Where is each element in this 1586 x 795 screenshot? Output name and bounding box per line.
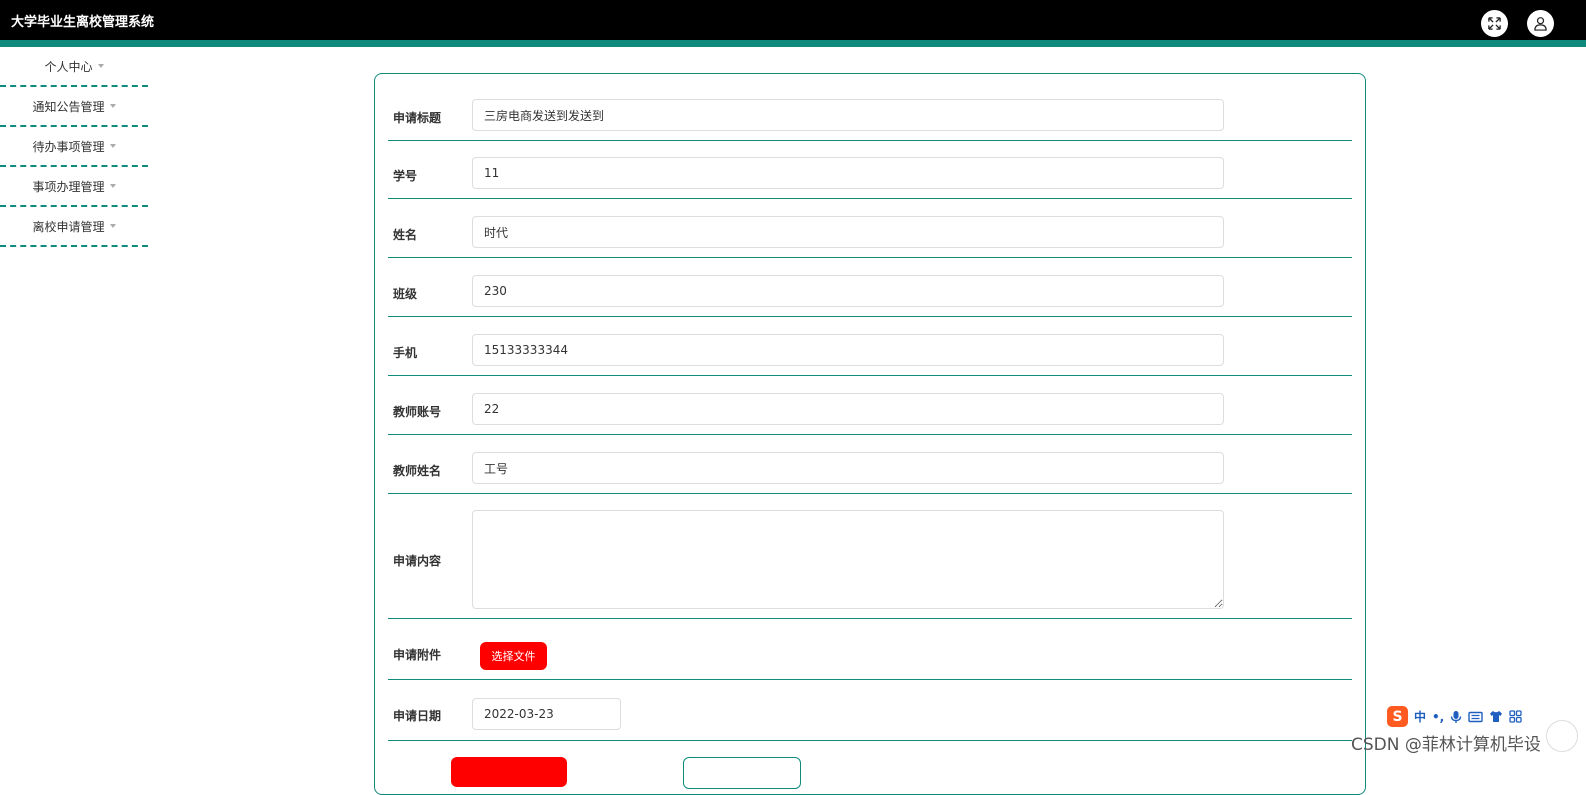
- keyboard-icon[interactable]: [1468, 711, 1483, 723]
- form-row-name: 姓名: [388, 199, 1352, 258]
- form-row-date: 申请日期: [388, 680, 1352, 741]
- date-input[interactable]: [472, 698, 621, 730]
- form-row-phone: 手机: [388, 317, 1352, 376]
- cancel-button[interactable]: [683, 757, 801, 789]
- floating-assistant-icon[interactable]: [1546, 720, 1578, 752]
- chevron-down-icon: [109, 144, 116, 148]
- title-input[interactable]: [472, 99, 1224, 131]
- sidebar-item-affairs-management[interactable]: 事项办理管理: [0, 167, 148, 207]
- title-label: 申请标题: [393, 111, 442, 125]
- expand-icon: [1488, 17, 1501, 30]
- sogou-logo-icon[interactable]: S: [1387, 706, 1408, 727]
- ime-toolbar: S 中 •,: [1387, 705, 1537, 728]
- sidebar-item-label: 个人中心: [44, 59, 93, 74]
- chevron-down-icon: [109, 104, 116, 108]
- teacher-account-label: 教师账号: [393, 405, 442, 419]
- top-bar: 大学毕业生离校管理系统: [0, 0, 1586, 40]
- chevron-down-icon: [97, 64, 104, 68]
- sidebar-item-leave-application[interactable]: 离校申请管理: [0, 207, 148, 247]
- name-input[interactable]: [472, 216, 1224, 248]
- content-label: 申请内容: [393, 554, 442, 568]
- class-input[interactable]: [472, 275, 1224, 307]
- sidebar-item-notice-management[interactable]: 通知公告管理: [0, 87, 148, 127]
- form-row-class: 班级: [388, 258, 1352, 317]
- sidebar-item-label: 事项办理管理: [32, 179, 105, 194]
- content-textarea[interactable]: [472, 510, 1224, 609]
- watermark: CSDN @菲林计算机毕设: [1351, 735, 1541, 755]
- phone-input[interactable]: [472, 334, 1224, 366]
- sidebar-item-label: 待办事项管理: [32, 139, 105, 154]
- form-row-title: 申请标题: [388, 74, 1352, 141]
- form-row-teacher-account: 教师账号: [388, 376, 1352, 435]
- teacher-name-label: 教师姓名: [393, 464, 442, 478]
- form-row-student-id: 学号: [388, 140, 1352, 199]
- attachment-label: 申请附件: [393, 648, 442, 662]
- microphone-icon[interactable]: [1450, 710, 1462, 724]
- toolbox-grid-icon[interactable]: [1509, 710, 1522, 723]
- teacher-account-input[interactable]: [472, 393, 1224, 425]
- form-row-content: 申请内容: [388, 494, 1352, 619]
- user-menu-button[interactable]: [1527, 10, 1554, 37]
- sidebar-item-personal-center[interactable]: 个人中心: [0, 47, 148, 87]
- user-icon: [1534, 17, 1547, 31]
- fullscreen-button[interactable]: [1481, 10, 1508, 37]
- ime-mode-label[interactable]: 中: [1414, 708, 1426, 725]
- chevron-down-icon: [109, 224, 116, 228]
- chevron-down-icon: [109, 184, 116, 188]
- accent-bar: [0, 40, 1586, 47]
- form-row-teacher-name: 教师姓名: [388, 435, 1352, 494]
- application-form: 申请标题 学号 姓名 班级 手机 教师账号 教师姓名 申请内容 申请附件 选择文…: [374, 73, 1366, 795]
- phone-label: 手机: [393, 346, 418, 360]
- form-row-attachment: 申请附件 选择文件: [388, 619, 1352, 680]
- class-label: 班级: [393, 287, 418, 301]
- submit-button[interactable]: [451, 757, 567, 787]
- sidebar-item-label: 通知公告管理: [32, 99, 105, 114]
- teacher-name-input[interactable]: [472, 452, 1224, 484]
- name-label: 姓名: [393, 228, 418, 242]
- app-title: 大学毕业生离校管理系统: [11, 15, 155, 30]
- student-id-input[interactable]: [472, 157, 1224, 189]
- sidebar-item-label: 离校申请管理: [32, 219, 105, 234]
- skin-shirt-icon[interactable]: [1489, 710, 1503, 723]
- student-id-label: 学号: [393, 169, 418, 183]
- date-label: 申请日期: [393, 709, 442, 723]
- sidebar: 个人中心 通知公告管理 待办事项管理 事项办理管理 离校申请管理: [0, 47, 148, 247]
- sidebar-item-todo-management[interactable]: 待办事项管理: [0, 127, 148, 167]
- punctuation-icon[interactable]: •,: [1432, 710, 1444, 724]
- choose-file-button[interactable]: 选择文件: [480, 642, 547, 670]
